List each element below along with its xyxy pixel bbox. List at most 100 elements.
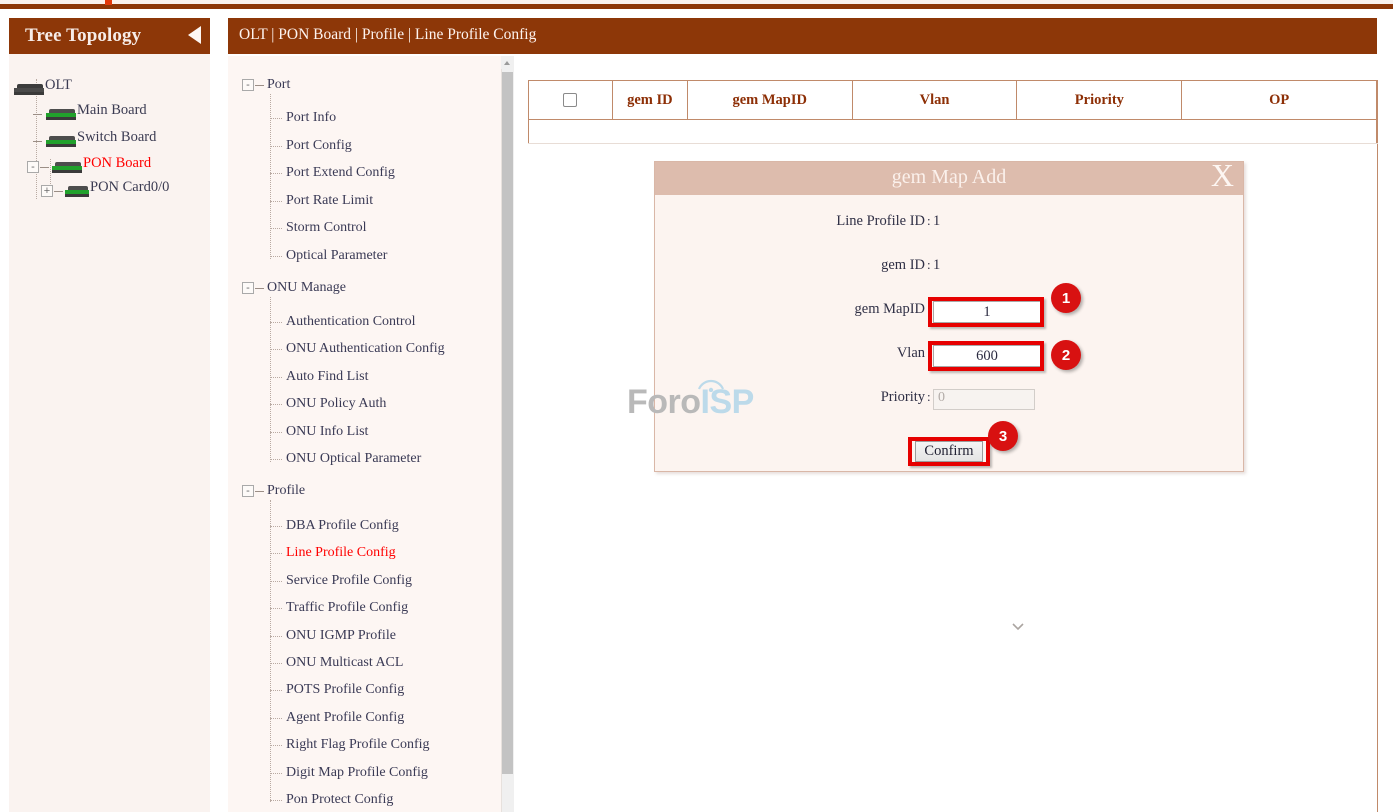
annotation-badge-2: 2 — [1051, 340, 1081, 370]
menu-connector — [255, 288, 264, 289]
menu-item-service-profile-config[interactable]: Service Profile Config — [286, 573, 412, 589]
menu-connector — [270, 377, 282, 378]
watermark-logo: ForoISP — [627, 383, 754, 422]
tree-connector — [33, 141, 42, 142]
menu-connector — [270, 146, 282, 147]
menu-item-port-config[interactable]: Port Config — [286, 138, 352, 154]
table-bottom-rule — [528, 143, 1378, 144]
annotation-badge-3: 3 — [988, 421, 1018, 451]
priority-select[interactable]: 0 — [933, 389, 1035, 410]
tree-topology-body: OLT Main Board Switch Board - PON Board … — [9, 54, 210, 812]
menu-item-onu-policy-auth[interactable]: ONU Policy Auth — [286, 396, 386, 412]
menu-item-line-profile-config[interactable]: Line Profile Config — [286, 545, 396, 561]
menu-item-onu-igmp-profile[interactable]: ONU IGMP Profile — [286, 628, 396, 644]
gem-map-table: gem ID gem MapID Vlan Priority OP — [528, 80, 1377, 143]
menu-item-auto-find-list[interactable]: Auto Find List — [286, 369, 368, 385]
watermark-part1: Foro — [627, 383, 701, 421]
vlan-input[interactable] — [933, 345, 1041, 367]
field-row-gem-id: gem ID : 1 — [655, 257, 1243, 283]
menu-connector — [270, 773, 282, 774]
tree-item-switch-board[interactable]: Switch Board — [46, 133, 156, 151]
menu-item-optical-parameter[interactable]: Optical Parameter — [286, 248, 387, 264]
tree-item-pon-card-0-0[interactable]: PON Card0/0 — [65, 183, 169, 201]
menu-toggle-onu-manage[interactable]: - — [242, 282, 254, 294]
dialog-title-bar: gem Map Add X — [655, 162, 1243, 195]
menu-group-profile[interactable]: Profile — [267, 483, 305, 499]
menu-item-agent-profile-config[interactable]: Agent Profile Config — [286, 710, 404, 726]
triangle-left-icon[interactable] — [188, 26, 201, 44]
menu-connector — [270, 718, 282, 719]
table-header-op: OP — [1182, 81, 1376, 119]
menu-item-digit-map-profile-config[interactable]: Digit Map Profile Config — [286, 765, 428, 781]
tree-toggle-pon-card[interactable]: + — [41, 185, 53, 197]
table-header-vlan: Vlan — [853, 81, 1018, 119]
menu-group-port[interactable]: Port — [267, 77, 290, 93]
breadcrumb: OLT | PON Board | Profile | Line Profile… — [239, 26, 536, 44]
annotation-badge-1: 1 — [1051, 283, 1081, 313]
tree-connector — [33, 114, 42, 115]
menu-item-pots-profile-config[interactable]: POTS Profile Config — [286, 682, 404, 698]
tree-topology-title: Tree Topology — [25, 25, 141, 47]
menu-toggle-profile[interactable]: - — [242, 485, 254, 497]
table-body-empty — [529, 119, 1376, 143]
device-icon — [46, 109, 76, 120]
menu-connector — [270, 636, 282, 637]
menu-connector — [270, 432, 282, 433]
gem-mapid-input[interactable] — [933, 301, 1041, 323]
confirm-button[interactable]: Confirm — [915, 441, 983, 462]
device-icon — [14, 84, 44, 95]
gem-id-label: gem ID — [655, 257, 925, 274]
menu-item-port-rate-limit[interactable]: Port Rate Limit — [286, 193, 373, 209]
field-colon: : — [927, 301, 931, 317]
table-header-gem-mapid: gem MapID — [688, 81, 853, 119]
menu-item-onu-authentication-config[interactable]: ONU Authentication Config — [286, 341, 445, 357]
menu-item-authentication-control[interactable]: Authentication Control — [286, 314, 415, 330]
menu-item-traffic-profile-config[interactable]: Traffic Profile Config — [286, 600, 408, 616]
dialog-title: gem Map Add — [655, 166, 1243, 189]
vlan-label: Vlan — [655, 345, 925, 362]
tree-toggle-pon-board[interactable]: - — [27, 161, 39, 173]
menu-item-right-flag-profile-config[interactable]: Right Flag Profile Config — [286, 737, 430, 753]
line-profile-id-label: Line Profile ID — [655, 213, 925, 230]
tree-connector — [54, 191, 63, 192]
select-all-checkbox[interactable] — [563, 93, 577, 107]
menu-item-onu-multicast-acl[interactable]: ONU Multicast ACL — [286, 655, 403, 671]
menu-connector — [270, 404, 282, 405]
tree-item-main-board[interactable]: Main Board — [46, 106, 147, 124]
tree-item-olt[interactable]: OLT — [14, 81, 72, 99]
field-row-vlan: Vlan : — [655, 345, 1243, 371]
menu-item-port-extend-config[interactable]: Port Extend Config — [286, 165, 395, 181]
menu-toggle-port[interactable]: - — [242, 79, 254, 91]
menu-connector — [270, 553, 282, 554]
menu-item-onu-info-list[interactable]: ONU Info List — [286, 424, 368, 440]
menu-connector — [270, 745, 282, 746]
device-icon — [46, 136, 76, 147]
menu-connector — [270, 349, 282, 350]
menu-connector — [270, 459, 282, 460]
top-strip-indicator — [105, 0, 112, 5]
tree-item-pon-board[interactable]: PON Board — [52, 159, 151, 177]
table-header-gem-id: gem ID — [613, 81, 688, 119]
menu-connector — [255, 491, 264, 492]
menu-connector — [270, 322, 282, 323]
menu-item-port-info[interactable]: Port Info — [286, 110, 336, 126]
line-profile-id-value: 1 — [933, 213, 940, 230]
table-header-row: gem ID gem MapID Vlan Priority OP — [529, 81, 1376, 119]
device-icon — [65, 186, 89, 197]
scroll-up-icon[interactable] — [501, 56, 514, 69]
tree-item-label: PON Board — [83, 155, 151, 171]
menu-item-onu-optical-parameter[interactable]: ONU Optical Parameter — [286, 451, 421, 467]
menu-item-storm-control[interactable]: Storm Control — [286, 220, 367, 236]
device-icon — [52, 162, 82, 173]
close-icon[interactable]: X — [1211, 158, 1234, 192]
menu-group-onu-manage[interactable]: ONU Manage — [267, 280, 346, 296]
menu-connector — [270, 201, 282, 202]
menu-connector — [270, 581, 282, 582]
menu-item-pon-protect-config[interactable]: Pon Protect Config — [286, 792, 393, 808]
menu-item-dba-profile-config[interactable]: DBA Profile Config — [286, 518, 399, 534]
field-row-gem-mapid: gem MapID : — [655, 301, 1243, 327]
tree-item-label: OLT — [45, 77, 72, 93]
breadcrumb-bar: OLT | PON Board | Profile | Line Profile… — [228, 18, 1377, 54]
menu-scrollbar-thumb[interactable] — [502, 72, 513, 774]
menu-connector — [270, 228, 282, 229]
